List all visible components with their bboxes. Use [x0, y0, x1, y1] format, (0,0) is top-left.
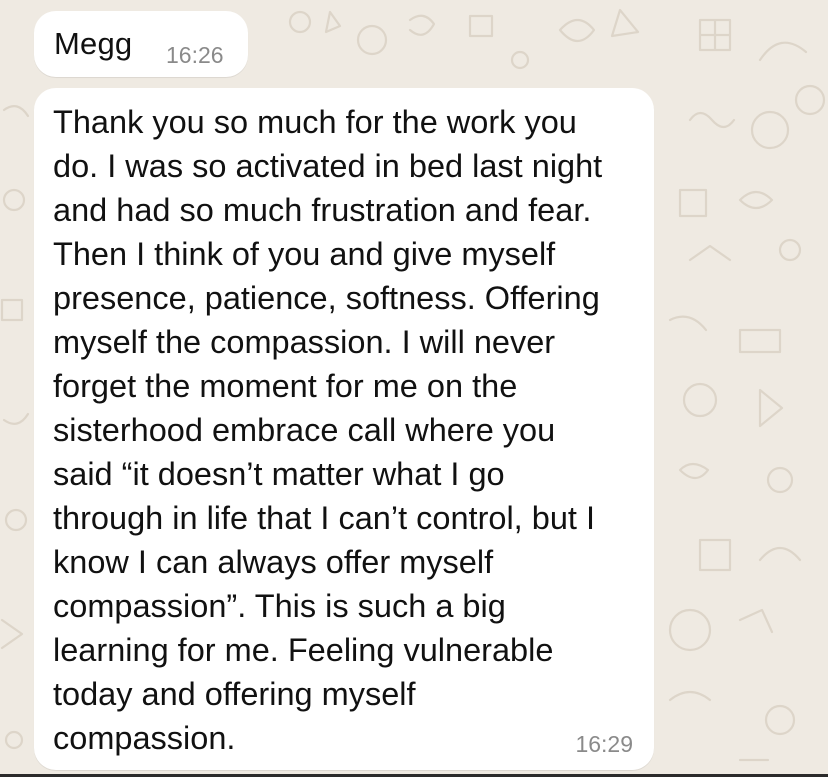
message-text: Thank you so much for the work you do. I… [53, 104, 603, 756]
sender-header-bubble: Megg 16:26 [34, 11, 248, 77]
message-time: 16:29 [575, 731, 633, 757]
message-time: 16:26 [166, 42, 224, 68]
message-bubble[interactable]: Thank you so much for the work you do. I… [34, 88, 654, 770]
sender-name[interactable]: Megg [54, 26, 132, 62]
